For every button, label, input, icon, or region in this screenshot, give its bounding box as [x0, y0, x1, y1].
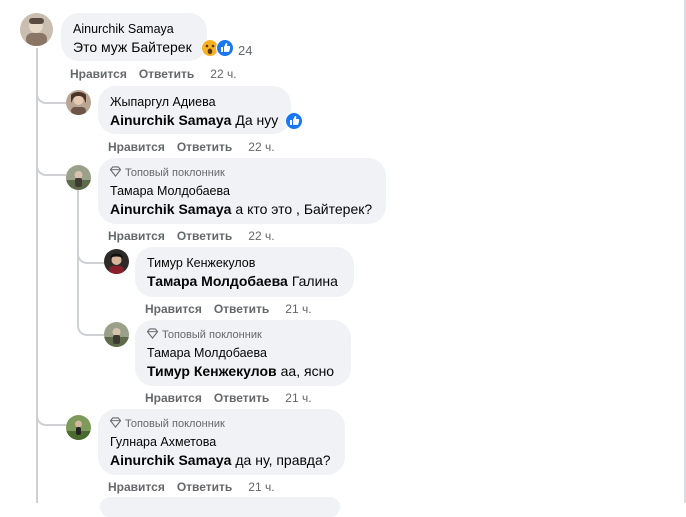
like-thumb-icon[interactable] [285, 112, 303, 135]
like-button[interactable]: Нравится [145, 302, 202, 316]
comment-body: а кто это , Байтерек? [235, 201, 373, 217]
comment-author[interactable]: Ainurchik Samaya [73, 21, 195, 37]
badge-label: Топовый поклонник [125, 167, 225, 179]
thread-connector [36, 160, 66, 176]
top-fan-badge: Топовый поклонник [109, 166, 374, 180]
comment-actions: Нравится Ответить 22 ч. [70, 67, 237, 81]
like-button[interactable]: Нравится [108, 480, 165, 494]
comment-actions: Нравится Ответить 22 ч. [108, 229, 275, 243]
thread-line-main [36, 48, 38, 503]
timestamp[interactable]: 22 ч. [210, 67, 236, 81]
next-comment-bubble [100, 497, 340, 517]
avatar[interactable] [104, 322, 129, 347]
diamond-icon [146, 328, 159, 342]
like-button[interactable]: Нравится [145, 391, 202, 405]
comment-author[interactable]: Тамара Молдобаева [147, 345, 339, 361]
mention-link[interactable]: Ainurchik Samaya [110, 199, 231, 219]
comment-author[interactable]: Тимур Кенжекулов [147, 255, 342, 271]
mention-link[interactable]: Тимур Кенжекулов [147, 361, 277, 381]
reply-button[interactable]: Ответить [177, 140, 232, 154]
like-thumb-icon [216, 39, 234, 62]
comment-bubble: Топовый поклонник Тамара Молдобаева Тиму… [135, 320, 351, 386]
avatar[interactable] [66, 415, 91, 440]
avatar[interactable] [104, 249, 129, 274]
reply-button[interactable]: Ответить [139, 67, 194, 81]
like-button[interactable]: Нравится [108, 140, 165, 154]
diamond-icon [109, 417, 122, 431]
comment-text: Ainurchik Samaya Да нуу [110, 110, 279, 130]
thread-connector [77, 248, 105, 264]
comment-text: Ainurchik Samaya а кто это , Байтерек? [110, 199, 374, 219]
timestamp[interactable]: 21 ч. [248, 480, 274, 494]
comment-text: Это муж Байтерек [73, 37, 195, 57]
comment-author[interactable]: Жыпаргул Адиева [110, 94, 279, 110]
diamond-icon [109, 166, 122, 180]
thread-connector [36, 88, 66, 104]
comment-bubble: Жыпаргул Адиева Ainurchik Samaya Да нуу [98, 86, 291, 134]
badge-label: Топовый поклонник [125, 418, 225, 430]
comment-bubble: Топовый поклонник Гулнара Ахметова Ainur… [98, 409, 345, 475]
comment-body: да ну, правда? [235, 452, 331, 468]
comment-text: Тимур Кенжекулов аа, ясно [147, 361, 339, 381]
comment-author[interactable]: Тамара Молдобаева [110, 183, 374, 199]
mention-link[interactable]: Ainurchik Samaya [110, 110, 231, 130]
comment-bubble: Ainurchik Samaya Это муж Байтерек [61, 13, 207, 61]
comment-actions: Нравится Ответить 21 ч. [145, 302, 312, 316]
comment-body: аа, ясно [280, 363, 335, 379]
mention-link[interactable]: Тамара Молдобаева [147, 271, 288, 291]
comment-actions: Нравится Ответить 21 ч. [145, 391, 312, 405]
like-button[interactable]: Нравится [70, 67, 127, 81]
comment-author[interactable]: Гулнара Ахметова [110, 434, 333, 450]
mention-link[interactable]: Ainurchik Samaya [110, 450, 231, 470]
comment-text: Тамара Молдобаева Галина [147, 271, 342, 291]
top-fan-badge: Топовый поклонник [146, 328, 339, 342]
reaction-summary[interactable]: 24 [201, 39, 252, 62]
comment-bubble: Топовый поклонник Тамара Молдобаева Ainu… [98, 158, 386, 224]
comment-body: Это муж Байтерек [73, 39, 192, 55]
timestamp[interactable]: 21 ч. [285, 391, 311, 405]
reply-button[interactable]: Ответить [214, 302, 269, 316]
comment-text: Ainurchik Samaya да ну, правда? [110, 450, 333, 470]
reply-button[interactable]: Ответить [177, 480, 232, 494]
comment-actions: Нравится Ответить 22 ч. [108, 140, 275, 154]
reply-button[interactable]: Ответить [214, 391, 269, 405]
thread-connector [77, 320, 105, 336]
timestamp[interactable]: 21 ч. [285, 302, 311, 316]
reply-button[interactable]: Ответить [177, 229, 232, 243]
timestamp[interactable]: 22 ч. [248, 140, 274, 154]
like-button[interactable]: Нравится [108, 229, 165, 243]
comment-body: Галина [291, 273, 338, 289]
badge-label: Топовый поклонник [162, 329, 262, 341]
avatar[interactable] [20, 13, 53, 46]
avatar[interactable] [66, 165, 91, 190]
thread-connector [36, 410, 66, 426]
reaction-count: 24 [238, 43, 253, 58]
comment-actions: Нравится Ответить 21 ч. [108, 480, 275, 494]
avatar[interactable] [66, 90, 91, 115]
comment-body: Да нуу [235, 112, 279, 128]
comment-bubble: Тимур Кенжекулов Тамара Молдобаева Галин… [135, 247, 354, 297]
timestamp[interactable]: 22 ч. [248, 229, 274, 243]
top-fan-badge: Топовый поклонник [109, 417, 333, 431]
